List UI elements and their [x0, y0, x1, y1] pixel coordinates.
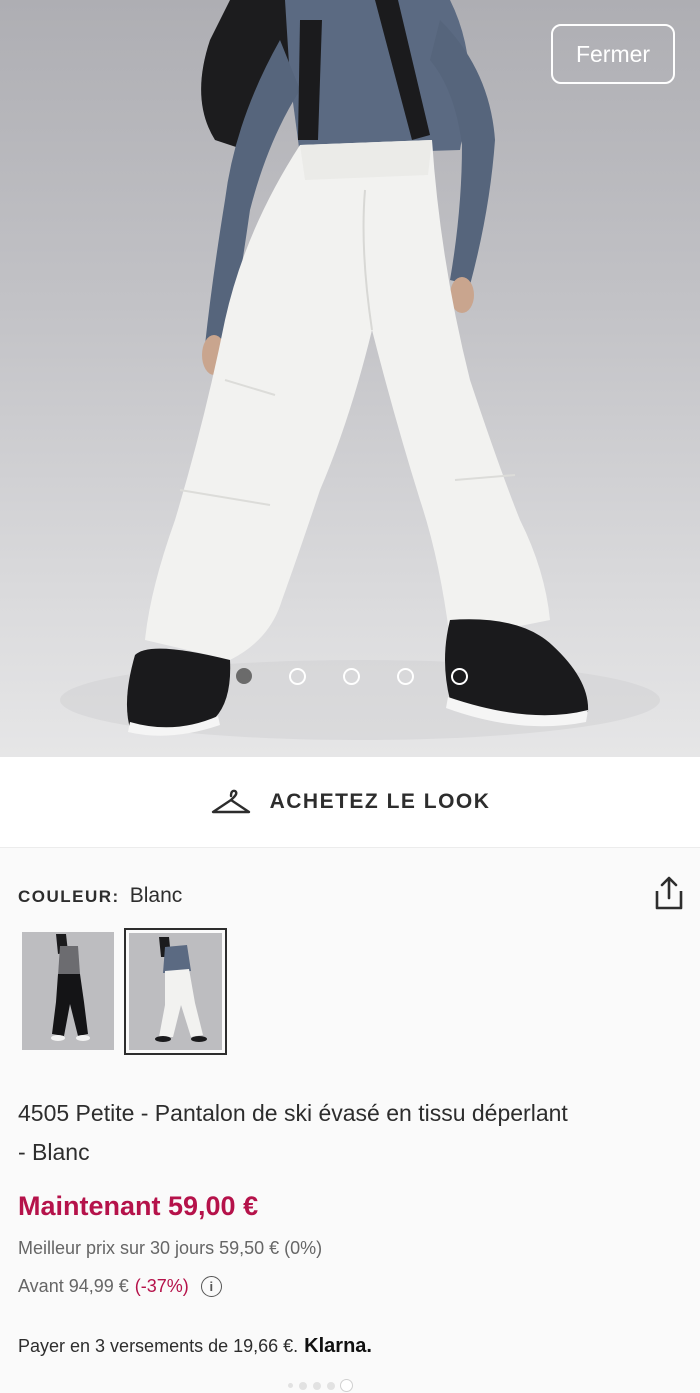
best-price-30-days: Meilleur prix sur 30 jours 59,50 € (0%) [18, 1238, 323, 1258]
info-icon[interactable]: i [200, 1276, 222, 1297]
colour-swatch-white[interactable] [124, 928, 227, 1055]
klarna-text: Payer en 3 versements de 19,66 €. [18, 1336, 299, 1356]
image-carousel-indicator [236, 668, 468, 685]
page-dot-active [341, 1380, 352, 1391]
carousel-dot[interactable] [236, 668, 252, 684]
close-button[interactable]: Fermer [551, 24, 675, 84]
swatch-image [129, 933, 222, 1050]
page-dot [327, 1381, 335, 1390]
shop-the-look-label: ACHETEZ LE LOOK [269, 790, 491, 813]
swatch-thumbnail [129, 933, 222, 1050]
carousel-dot[interactable] [343, 668, 360, 685]
product-info: COULEUR: Blanc 4505 Petite - Pantalon de… [0, 848, 700, 1393]
klarna-payment-info[interactable]: Payer en 3 versements de 19,66 €. Klarna… [18, 1335, 372, 1358]
carousel-dot[interactable] [451, 668, 468, 685]
colour-key: COULEUR: [18, 887, 120, 906]
shop-the-look-button[interactable]: ACHETEZ LE LOOK [0, 757, 700, 848]
share-icon[interactable] [652, 874, 686, 912]
carousel-dot[interactable] [289, 668, 306, 685]
page-dot [288, 1383, 293, 1388]
colour-value: Blanc [129, 884, 183, 907]
hanger-icon [211, 789, 250, 814]
model-illustration [60, 0, 660, 740]
discount-badge: (-37%) [134, 1276, 189, 1296]
colour-swatch-black[interactable] [22, 932, 114, 1050]
product-title: 4505 Petite - Pantalon de ski évasé en t… [18, 1100, 568, 1165]
page-dot [313, 1381, 321, 1390]
current-price: Maintenant 59,00 € [18, 1191, 259, 1221]
carousel-dot[interactable] [397, 668, 414, 685]
page-dot [299, 1381, 307, 1390]
swatch-thumbnail [22, 932, 114, 1050]
klarna-logo: Klarna. [304, 1335, 372, 1357]
previous-price: Avant 94,99 € (-37%) i [18, 1276, 222, 1297]
colour-selector-label: COULEUR: Blanc [18, 884, 182, 908]
product-image[interactable]: Fermer [0, 0, 700, 757]
previous-price-value: Avant 94,99 € [18, 1276, 129, 1296]
page-indicator [288, 1380, 352, 1391]
